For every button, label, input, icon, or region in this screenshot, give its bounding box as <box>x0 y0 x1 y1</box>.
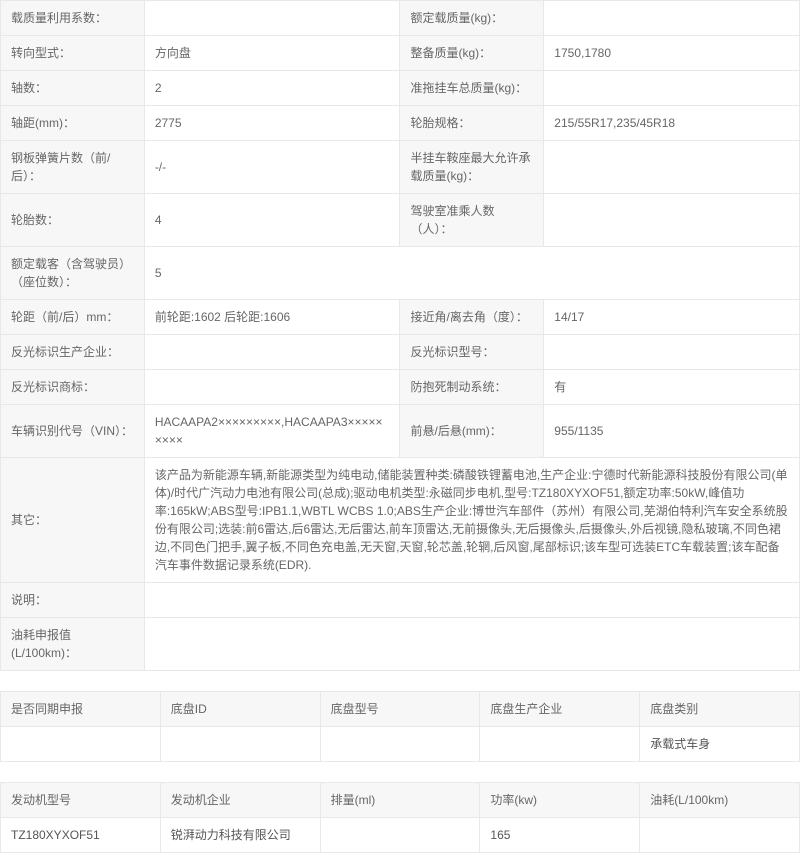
label-reflector-model: 反光标识型号： <box>400 335 544 370</box>
value-curb-weight: 1750,1780 <box>544 36 800 71</box>
value-reflector-maker <box>144 335 400 370</box>
table-row: 轴数： 2 准拖挂车总质量(kg)： <box>1 71 800 106</box>
label-reflector-maker: 反光标识生产企业： <box>1 335 145 370</box>
label-load-ratio: 载质量利用系数： <box>1 1 145 36</box>
value-wheelbase: 2775 <box>144 106 400 141</box>
chassis-v2 <box>320 727 480 762</box>
table-row: 其它： 该产品为新能源车辆,新能源类型为纯电动,储能装置种类:磷酸铁锂蓄电池,生… <box>1 458 800 583</box>
label-passenger-seats: 额定载客（含驾驶员）（座位数）： <box>1 247 145 300</box>
value-trailer-weight <box>544 71 800 106</box>
chassis-h0: 是否同期申报 <box>1 692 161 727</box>
engine-v2 <box>320 818 480 853</box>
label-tire-count: 轮胎数： <box>1 194 145 247</box>
chassis-h2: 底盘型号 <box>320 692 480 727</box>
label-overhang: 前悬/后悬(mm)： <box>400 405 544 458</box>
label-cab-seats: 驾驶室准乘人数（人）： <box>400 194 544 247</box>
value-steering: 方向盘 <box>144 36 400 71</box>
table-row: 轮胎数： 4 驾驶室准乘人数（人）： <box>1 194 800 247</box>
label-leaf-spring: 钢板弹簧片数（前/后）： <box>1 141 145 194</box>
engine-h3: 功率(kw) <box>480 783 640 818</box>
chassis-v0 <box>1 727 161 762</box>
main-spec-table: 载质量利用系数： 额定载质量(kg)： 转向型式： 方向盘 整备质量(kg)： … <box>0 0 800 671</box>
label-steering: 转向型式： <box>1 36 145 71</box>
table-row: 发动机型号 发动机企业 排量(ml) 功率(kw) 油耗(L/100km) <box>1 783 800 818</box>
value-tire-count: 4 <box>144 194 400 247</box>
label-curb-weight: 整备质量(kg)： <box>400 36 544 71</box>
chassis-table: 是否同期申报 底盘ID 底盘型号 底盘生产企业 底盘类别 承载式车身 <box>0 691 800 762</box>
table-row: 额定载客（含驾驶员）（座位数）： 5 <box>1 247 800 300</box>
label-tire-spec: 轮胎规格： <box>400 106 544 141</box>
label-wheelbase: 轴距(mm)： <box>1 106 145 141</box>
value-saddle-load <box>544 141 800 194</box>
table-row: 油耗申报值(L/100km)： <box>1 618 800 671</box>
value-tire-spec: 215/55R17,235/45R18 <box>544 106 800 141</box>
value-reflector-brand <box>144 370 400 405</box>
value-leaf-spring: -/- <box>144 141 400 194</box>
value-overhang: 955/1135 <box>544 405 800 458</box>
engine-v3: 165 <box>480 818 640 853</box>
chassis-v1 <box>160 727 320 762</box>
value-load-ratio <box>144 1 400 36</box>
label-reflector-brand: 反光标识商标： <box>1 370 145 405</box>
chassis-v3 <box>480 727 640 762</box>
engine-h1: 发动机企业 <box>160 783 320 818</box>
label-axles: 轴数： <box>1 71 145 106</box>
table-row: 转向型式： 方向盘 整备质量(kg)： 1750,1780 <box>1 36 800 71</box>
value-reflector-model <box>544 335 800 370</box>
value-track: 前轮距:1602 后轮距:1606 <box>144 300 400 335</box>
label-remark: 说明： <box>1 583 145 618</box>
label-fuel: 油耗申报值(L/100km)： <box>1 618 145 671</box>
table-row: 钢板弹簧片数（前/后）： -/- 半挂车鞍座最大允许承载质量(kg)： <box>1 141 800 194</box>
engine-v0: TZ180XYXOF51 <box>1 818 161 853</box>
value-other: 该产品为新能源车辆,新能源类型为纯电动,储能装置种类:磷酸铁锂蓄电池,生产企业:… <box>144 458 799 583</box>
table-row: 载质量利用系数： 额定载质量(kg)： <box>1 1 800 36</box>
label-rated-load: 额定载质量(kg)： <box>400 1 544 36</box>
engine-v4 <box>640 818 800 853</box>
table-row: 轴距(mm)： 2775 轮胎规格： 215/55R17,235/45R18 <box>1 106 800 141</box>
label-abs: 防抱死制动系统： <box>400 370 544 405</box>
value-rated-load <box>544 1 800 36</box>
table-row: 承载式车身 <box>1 727 800 762</box>
label-track: 轮距（前/后）mm： <box>1 300 145 335</box>
table-row: 车辆识别代号（VIN）： HACAAPA2×××××××××,HACAAPA3×… <box>1 405 800 458</box>
value-abs: 有 <box>544 370 800 405</box>
label-saddle-load: 半挂车鞍座最大允许承载质量(kg)： <box>400 141 544 194</box>
value-cab-seats <box>544 194 800 247</box>
value-fuel <box>144 618 799 671</box>
value-remark <box>144 583 799 618</box>
value-approach-angle: 14/17 <box>544 300 800 335</box>
table-row: 反光标识生产企业： 反光标识型号： <box>1 335 800 370</box>
chassis-h3: 底盘生产企业 <box>480 692 640 727</box>
value-vin: HACAAPA2×××××××××,HACAAPA3××××××××× <box>144 405 400 458</box>
value-passenger-seats: 5 <box>144 247 799 300</box>
engine-table: 发动机型号 发动机企业 排量(ml) 功率(kw) 油耗(L/100km) TZ… <box>0 782 800 853</box>
table-row: 轮距（前/后）mm： 前轮距:1602 后轮距:1606 接近角/离去角（度）：… <box>1 300 800 335</box>
table-row: 说明： <box>1 583 800 618</box>
chassis-h4: 底盘类别 <box>640 692 800 727</box>
label-approach-angle: 接近角/离去角（度）： <box>400 300 544 335</box>
engine-v1: 锐湃动力科技有限公司 <box>160 818 320 853</box>
label-trailer-weight: 准拖挂车总质量(kg)： <box>400 71 544 106</box>
label-other: 其它： <box>1 458 145 583</box>
value-axles: 2 <box>144 71 400 106</box>
engine-h2: 排量(ml) <box>320 783 480 818</box>
table-row: TZ180XYXOF51 锐湃动力科技有限公司 165 <box>1 818 800 853</box>
chassis-v4: 承载式车身 <box>640 727 800 762</box>
table-row: 是否同期申报 底盘ID 底盘型号 底盘生产企业 底盘类别 <box>1 692 800 727</box>
label-vin: 车辆识别代号（VIN）： <box>1 405 145 458</box>
engine-h4: 油耗(L/100km) <box>640 783 800 818</box>
engine-h0: 发动机型号 <box>1 783 161 818</box>
chassis-h1: 底盘ID <box>160 692 320 727</box>
table-row: 反光标识商标： 防抱死制动系统： 有 <box>1 370 800 405</box>
